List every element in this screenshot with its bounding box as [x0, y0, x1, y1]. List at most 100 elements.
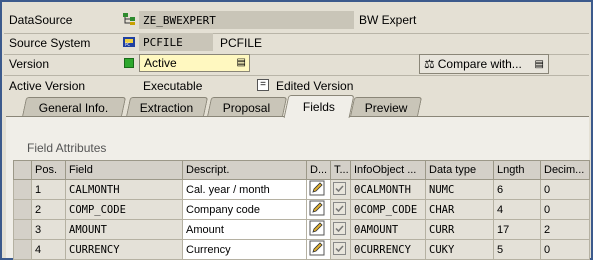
- active-version-value: Executable: [143, 79, 203, 93]
- table-row[interactable]: 3 AMOUNT Amount 0AMOUNT CURR 17 2: [13, 219, 590, 240]
- compare-button-label: Compare with...: [437, 57, 522, 71]
- decimals-cell: 0: [540, 199, 590, 220]
- edit-cell[interactable]: [306, 199, 331, 220]
- infoobject-cell: 0CALMONTH: [350, 179, 426, 200]
- datatype-cell: CURR: [425, 219, 494, 240]
- column-header-decimals[interactable]: Decim...: [540, 160, 590, 180]
- source-system-description: PCFILE: [220, 36, 263, 50]
- field-cell: CALMONTH: [65, 179, 183, 200]
- tab-label: General Info.: [39, 100, 109, 115]
- tab-fields[interactable]: Fields: [283, 95, 355, 118]
- decimals-cell: 0: [540, 179, 590, 200]
- checkbox-checked-icon: [333, 241, 346, 255]
- edited-version-label: Edited Version: [276, 79, 354, 93]
- datasource-field[interactable]: ZE_BWEXPERT: [139, 11, 354, 29]
- column-header-datatype[interactable]: Data type: [425, 160, 494, 180]
- length-cell: 5: [493, 239, 541, 260]
- equals-icon: =: [257, 79, 269, 91]
- infoobject-cell: 0COMP_CODE: [350, 199, 426, 220]
- datasource-value: ZE_BWEXPERT: [143, 13, 216, 27]
- edit-pencil-icon[interactable]: [309, 240, 325, 256]
- row-selector[interactable]: [13, 199, 32, 220]
- edit-pencil-icon[interactable]: [309, 200, 325, 216]
- tab-general-info[interactable]: General Info.: [21, 97, 127, 117]
- edit-cell[interactable]: [306, 179, 331, 200]
- column-header-length[interactable]: Lngth: [493, 160, 541, 180]
- datasource-label: DataSource: [9, 13, 73, 27]
- table-row[interactable]: 2 COMP_CODE Company code 0COMP_CODE CHAR 4 0: [13, 199, 590, 220]
- edit-cell[interactable]: [306, 239, 331, 260]
- infoobject-cell: 0AMOUNT: [350, 219, 426, 240]
- transfer-cell: [330, 179, 351, 200]
- row-selector[interactable]: [13, 239, 32, 260]
- length-cell: 17: [493, 219, 541, 240]
- field-cell: AMOUNT: [65, 219, 183, 240]
- row-selector[interactable]: [13, 219, 32, 240]
- pos-cell: 1: [31, 179, 66, 200]
- checkbox-checked-icon: [333, 181, 346, 195]
- svg-text:PC: PC: [125, 42, 130, 47]
- descript-cell[interactable]: Amount: [182, 219, 307, 240]
- tab-label: Preview: [364, 100, 408, 115]
- datasource-description: BW Expert: [359, 13, 417, 27]
- column-header-pos[interactable]: Pos.: [31, 160, 66, 180]
- file-system-icon: PC: [122, 35, 136, 49]
- transfer-cell: [330, 199, 351, 220]
- version-value: Active: [144, 56, 177, 70]
- datasource-tree-icon: [122, 12, 136, 26]
- dropdown-list-icon[interactable]: ▤: [237, 57, 246, 68]
- dropdown-list-icon: ▤: [534, 58, 544, 70]
- edit-pencil-icon[interactable]: [309, 180, 325, 196]
- tab-preview[interactable]: Preview: [349, 97, 423, 117]
- select-all-cell[interactable]: [13, 160, 32, 180]
- checkbox-checked-icon: [333, 221, 346, 235]
- datatype-cell: NUMC: [425, 179, 494, 200]
- compare-with-button[interactable]: ⚖ Compare with... ▤: [419, 54, 549, 74]
- checkbox-checked-icon: [333, 201, 346, 215]
- tab-proposal[interactable]: Proposal: [206, 97, 288, 117]
- table-header-row: Pos. Field Descript. D... T... InfoObjec…: [13, 160, 590, 180]
- row-selector[interactable]: [13, 179, 32, 200]
- table-row[interactable]: 1 CALMONTH Cal. year / month 0CALMONTH NUMC 6…: [13, 179, 590, 200]
- status-green-icon: [124, 58, 134, 68]
- column-header-descript[interactable]: Descript.: [182, 160, 307, 180]
- column-header-infoobject[interactable]: InfoObject ...: [350, 160, 426, 180]
- separator: [4, 75, 589, 76]
- column-header-t[interactable]: T...: [330, 160, 351, 180]
- transfer-cell: [330, 239, 351, 260]
- length-cell: 6: [493, 179, 541, 200]
- edit-cell[interactable]: [306, 219, 331, 240]
- version-label: Version: [9, 57, 50, 71]
- source-system-value: PCFILE: [143, 35, 183, 49]
- source-system-field[interactable]: PCFILE: [139, 33, 213, 51]
- tab-label: Fields: [302, 100, 335, 114]
- datatype-cell: CUKY: [425, 239, 494, 260]
- descript-cell[interactable]: Company code: [182, 199, 307, 220]
- pos-cell: 4: [31, 239, 66, 260]
- infoobject-cell: 0CURRENCY: [350, 239, 426, 260]
- descript-cell[interactable]: Currency: [182, 239, 307, 260]
- pos-cell: 2: [31, 199, 66, 220]
- compare-icon: ⚖: [424, 57, 435, 71]
- decimals-cell: 2: [540, 219, 590, 240]
- active-version-label: Active Version: [9, 79, 86, 93]
- column-header-field[interactable]: Field: [65, 160, 183, 180]
- field-cell: COMP_CODE: [65, 199, 183, 220]
- tab-extraction[interactable]: Extraction: [125, 97, 209, 117]
- descript-cell[interactable]: Cal. year / month: [182, 179, 307, 200]
- datatype-cell: CHAR: [425, 199, 494, 220]
- edit-pencil-icon[interactable]: [309, 220, 325, 236]
- decimals-cell: 0: [540, 239, 590, 260]
- separator: [4, 33, 589, 34]
- column-header-d[interactable]: D...: [306, 160, 331, 180]
- tab-label: Proposal: [223, 100, 271, 115]
- pos-cell: 3: [31, 219, 66, 240]
- length-cell: 4: [493, 199, 541, 220]
- field-attributes-title: Field Attributes: [27, 141, 107, 155]
- tab-label: Extraction: [140, 100, 194, 115]
- source-system-label: Source System: [9, 36, 91, 50]
- version-dropdown[interactable]: Active ▤: [139, 54, 250, 72]
- transfer-cell: [330, 219, 351, 240]
- field-cell: CURRENCY: [65, 239, 183, 260]
- table-row[interactable]: 4 CURRENCY Currency 0CURRENCY CUKY 5 0: [13, 239, 590, 260]
